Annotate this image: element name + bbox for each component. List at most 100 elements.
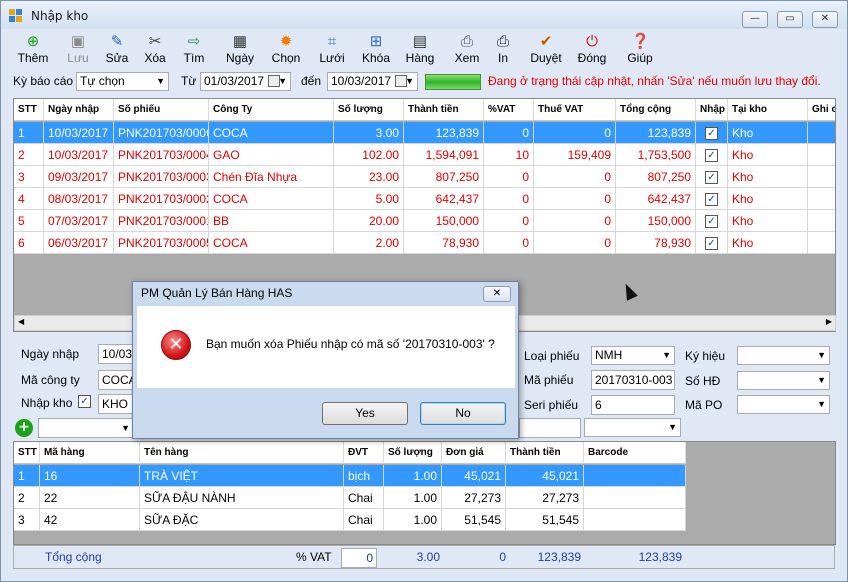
column-header[interactable]: Đơn giá xyxy=(442,442,506,464)
toolbar-plus-circle-button[interactable]: ⊕ Thêm xyxy=(13,33,53,67)
checkbox[interactable]: ✓ xyxy=(705,193,718,207)
column-header[interactable]: Mã hàng xyxy=(40,442,140,464)
close-button[interactable]: ✕ xyxy=(812,11,838,28)
nhap-checkbox-cell[interactable]: ✓ xyxy=(696,144,728,166)
table-cell: Kho xyxy=(728,232,808,254)
scroll-left-icon[interactable]: ◀ xyxy=(18,317,24,326)
seri-phieu-field[interactable]: 6 xyxy=(591,395,675,415)
column-header[interactable]: Số lượng xyxy=(384,442,442,464)
toolbar-printer-button[interactable]: ⎙ In xyxy=(492,33,514,67)
to-date-picker[interactable]: 10/03/2017 ▼ xyxy=(327,72,418,91)
nhap-checkbox-cell[interactable]: ✓ xyxy=(696,122,728,144)
column-header[interactable]: Ghi chú xyxy=(808,99,835,121)
toolbar-preview-button[interactable]: ⎙ Xem xyxy=(451,33,483,67)
add-row-button[interactable]: + xyxy=(15,419,33,437)
toolbar-calendar-button[interactable]: ▦ Ngày xyxy=(222,33,258,67)
toolbar-find-button[interactable]: ⇨ Tìm xyxy=(179,33,209,67)
checkbox[interactable]: ✓ xyxy=(705,215,718,229)
loai-phieu-select[interactable]: NMH ▼ xyxy=(591,346,675,365)
toolbar-books-button[interactable]: ▤ Hàng xyxy=(402,33,438,67)
nhap-kho-checkbox[interactable]: ✓ xyxy=(78,395,91,408)
extra-select[interactable]: ▼ xyxy=(584,418,681,437)
toolbar-pencil-button[interactable]: ✎ Sửa xyxy=(102,33,132,67)
detail-grid[interactable]: STT Mã hàng Tên hàng ĐVT Số lượng Đơn giá Thàn… xyxy=(13,441,836,545)
toolbar-approve-button[interactable]: ✔ Duyệt xyxy=(526,33,566,67)
column-header[interactable]: Số lượng xyxy=(334,99,404,121)
nhap-kho-field[interactable]: KHO xyxy=(98,394,134,414)
toolbar-lock-button[interactable]: ⊞ Khóa xyxy=(357,33,395,67)
footer-vat-amount: 0 xyxy=(499,550,506,564)
from-date-picker[interactable]: 01/03/2017 ▼ xyxy=(200,72,291,91)
ngay-nhap-field[interactable]: 10/03 xyxy=(98,344,134,364)
column-header[interactable]: Công Ty xyxy=(209,99,334,121)
table-cell: SỮA ĐẶC xyxy=(140,509,344,531)
column-header[interactable]: Thành tiền xyxy=(506,442,584,464)
table-cell: 09/03/2017 xyxy=(44,166,114,188)
toolbar-scissors-button[interactable]: ✂ Xóa xyxy=(140,33,170,67)
dialog-close-button[interactable]: ✕ xyxy=(483,286,511,302)
nhap-checkbox-cell[interactable]: ✓ xyxy=(696,210,728,232)
column-header[interactable]: STT xyxy=(14,99,44,121)
ma-phieu-field[interactable]: 20170310-003 xyxy=(591,370,675,390)
table-cell xyxy=(808,210,835,232)
ma-cong-ty-field[interactable]: COCA xyxy=(98,370,134,390)
item-select[interactable]: ▼ xyxy=(38,418,134,438)
column-header[interactable]: Số phiếu xyxy=(114,99,209,121)
nhap-checkbox-cell[interactable]: ✓ xyxy=(696,232,728,254)
totals-footer: Tổng cộng % VAT 0 3.00 0 123,839 123,839 xyxy=(13,545,835,569)
column-header[interactable]: Thuế VAT xyxy=(534,99,616,121)
table-cell: 3 xyxy=(14,166,44,188)
table-row[interactable]: 5 07/03/2017 PNK201703/0001 BB 20.00 150,000 0… xyxy=(14,210,835,232)
chevron-down-icon: ▼ xyxy=(121,423,130,433)
column-header[interactable]: ĐVT xyxy=(344,442,384,464)
table-cell: PNK201703/0002 xyxy=(114,188,209,210)
toolbar-save-button[interactable]: ▣ Lưu xyxy=(63,33,93,67)
ky-hieu-select[interactable]: ▼ xyxy=(737,346,830,365)
column-header[interactable]: Tại kho xyxy=(728,99,808,121)
scroll-right-icon[interactable]: ▶ xyxy=(826,317,832,326)
column-header[interactable]: Barcode xyxy=(584,442,686,464)
toolbar-power-button[interactable]: ⏻ Đóng xyxy=(575,33,609,67)
checkbox[interactable]: ✓ xyxy=(705,237,718,251)
table-row[interactable]: 3 42 SỮA ĐẶC Chai 1.00 51,545 51,545 xyxy=(14,509,686,531)
column-header[interactable]: Ngày nhập xyxy=(44,99,114,121)
table-row[interactable]: 1 16 TRÀ VIỆT bịch 1.00 45,021 45,021 xyxy=(14,465,686,487)
table-row[interactable]: 2 10/03/2017 PNK201703/0004 GAO 102.00 1,594,… xyxy=(14,144,835,166)
column-header[interactable]: Nhập xyxy=(696,99,728,121)
column-header[interactable]: STT xyxy=(14,442,40,464)
toolbar-gear-button[interactable]: ✹ Chọn xyxy=(268,33,304,67)
save-icon: ▣ xyxy=(70,33,86,50)
table-row[interactable]: 3 09/03/2017 PNK201703/0003 Chén Đĩa Nhựa 23… xyxy=(14,166,835,188)
table-row[interactable]: 4 08/03/2017 PNK201703/0002 COCA 5.00 642,437… xyxy=(14,188,835,210)
nhap-checkbox-cell[interactable]: ✓ xyxy=(696,188,728,210)
table-row[interactable]: 1 10/03/2017 PNK201703/0006 COCA 3.00 123,839… xyxy=(14,122,835,144)
table-cell: 1 xyxy=(14,122,44,144)
table-row[interactable]: 6 06/03/2017 PNK201703/0005 COCA 2.00 78,930 0… xyxy=(14,232,835,254)
table-cell: Kho xyxy=(728,210,808,232)
nhap-checkbox-cell[interactable]: ✓ xyxy=(696,166,728,188)
table-cell: PNK201703/0005 xyxy=(114,232,209,254)
ma-po-select[interactable]: ▼ xyxy=(737,395,830,414)
table-row[interactable]: 2 22 SỮA ĐẬU NÀNH Chai 1.00 27,273 27,273 xyxy=(14,487,686,509)
extra-field-1[interactable] xyxy=(519,418,581,438)
so-hd-select[interactable]: ▼ xyxy=(737,371,830,390)
yes-button[interactable]: Yes xyxy=(322,402,408,425)
checkbox[interactable]: ✓ xyxy=(705,171,718,185)
minimize-button[interactable]: — xyxy=(742,11,768,28)
checkbox[interactable]: ✓ xyxy=(705,149,718,163)
table-cell: 3.00 xyxy=(334,122,404,144)
table-cell: 07/03/2017 xyxy=(44,210,114,232)
column-header[interactable]: Thành tiền xyxy=(404,99,484,121)
toolbar-grid-button[interactable]: ⌗ Lưới xyxy=(315,33,349,67)
period-select[interactable]: Tự chọn ▼ xyxy=(76,72,169,91)
no-button[interactable]: No xyxy=(420,402,506,425)
checkbox[interactable]: ✓ xyxy=(705,127,718,141)
column-header[interactable]: Tổng cộng xyxy=(616,99,696,121)
column-header[interactable]: Tên hàng xyxy=(140,442,344,464)
footer-vat-field[interactable]: 0 xyxy=(341,548,377,568)
toolbar-help-book-button[interactable]: ❓ Giúp xyxy=(623,33,657,67)
footer-grand-total: 123,839 xyxy=(638,550,682,564)
column-header[interactable]: %VAT xyxy=(484,99,534,121)
maximize-button[interactable]: ▭ xyxy=(777,11,803,28)
footer-vat-label: % VAT xyxy=(296,550,332,564)
